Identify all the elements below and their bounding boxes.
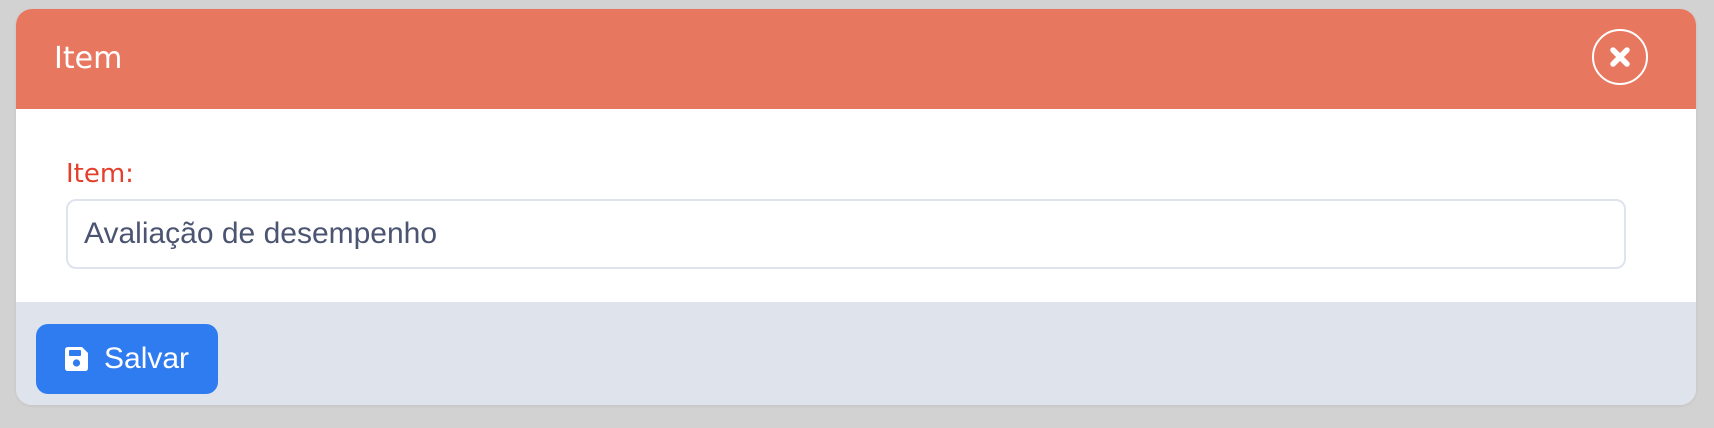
- modal-header: Item: [16, 9, 1696, 109]
- item-modal: Item Item: Salvar: [16, 9, 1696, 405]
- modal-footer: Salvar: [16, 302, 1696, 405]
- modal-body: Item:: [16, 109, 1696, 302]
- save-button-label: Salvar: [104, 342, 190, 375]
- save-button[interactable]: Salvar: [36, 324, 218, 394]
- modal-title: Item: [54, 41, 123, 76]
- close-button[interactable]: [1592, 29, 1648, 85]
- floppy-disk-icon: [62, 345, 90, 373]
- item-input[interactable]: [66, 199, 1626, 269]
- close-icon: [1607, 44, 1633, 70]
- item-field-label: Item:: [66, 159, 134, 189]
